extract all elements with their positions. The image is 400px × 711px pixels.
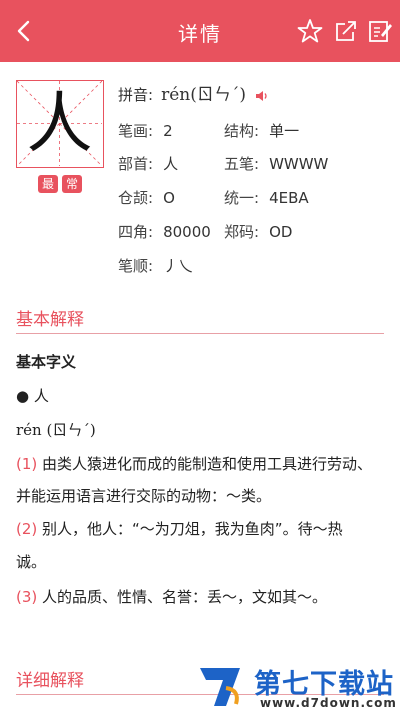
cangjie-label: 仓颉:: [118, 189, 154, 207]
strokes-value: 2: [163, 122, 173, 140]
stroke-order-value: 丿乀: [163, 257, 194, 275]
frequency-badges: 最常: [38, 173, 86, 193]
basic-meaning-subheading: 基本字义: [16, 353, 77, 371]
badge-most: 最: [38, 175, 58, 193]
definition-text: 人的品质、性情、名誉：丢～，文如其～。: [42, 588, 328, 606]
pinyin-value: rén(ㄖㄣˊ): [161, 85, 246, 105]
pinyin-row: 拼音: rén(ㄖㄣˊ): [118, 80, 269, 105]
watermark: 第七下载站 www.d7down.com: [196, 660, 396, 710]
definition-line: 并能运用语言进行交际的动物：～类。: [16, 480, 384, 512]
sijiao-value: 80000: [163, 223, 211, 241]
entry-pinyin: rén (ㄖㄣˊ): [16, 421, 96, 439]
unicode-row: 统一: 4EBA: [224, 187, 309, 208]
stroke-order-row: 笔顺: 丿乀: [118, 255, 193, 276]
basic-explanation-heading: 基本解释: [16, 310, 84, 330]
star-icon[interactable]: [297, 18, 323, 44]
edit-note-icon[interactable]: [367, 18, 393, 44]
sijiao-row: 四角: 80000: [118, 221, 211, 242]
structure-label: 结构:: [224, 122, 260, 140]
definition-text: 并能运用语言进行交际的动物：～类。: [16, 487, 272, 505]
badge-common: 常: [62, 175, 82, 193]
definition-text: 诚。: [16, 553, 47, 571]
wubi-row: 五笔: WWWW: [224, 153, 328, 174]
stroke-order-label: 笔顺:: [118, 257, 154, 275]
strokes-row: 笔画: 2: [118, 120, 173, 141]
definition-text: 别人，他人：“～为刀俎，我为鱼肉”。待～热: [42, 520, 343, 538]
unicode-value: 4EBA: [269, 189, 309, 207]
cangjie-row: 仓颉: O: [118, 187, 175, 208]
definition-text: 由类人猿进化而成的能制造和使用工具进行劳动、: [42, 455, 373, 473]
definition-line: (2) 别人，他人：“～为刀俎，我为鱼肉”。待～热: [16, 513, 384, 545]
radical-label: 部首:: [118, 155, 154, 173]
watermark-url: www.d7down.com: [260, 696, 397, 710]
character-glyph: 人: [26, 85, 93, 162]
zhengma-row: 郑码: OD: [224, 221, 292, 242]
structure-value: 单一: [269, 122, 300, 140]
sijiao-label: 四角:: [118, 223, 154, 241]
definition-line: 诚。: [16, 546, 384, 578]
definition-line: (1) 由类人猿进化而成的能制造和使用工具进行劳动、: [16, 448, 384, 480]
radical-value: 人: [163, 155, 179, 173]
cangjie-value: O: [163, 189, 175, 207]
entry-character: ● 人: [16, 387, 49, 405]
unicode-label: 统一:: [224, 189, 260, 207]
pinyin-label: 拼音:: [118, 86, 154, 104]
definition-number: (3): [16, 588, 38, 606]
top-bar: 详情: [0, 0, 400, 62]
character-grid: 人: [16, 80, 104, 168]
share-icon[interactable]: [333, 18, 359, 44]
radical-row: 部首: 人: [118, 153, 178, 174]
zhengma-value: OD: [269, 223, 293, 241]
speaker-icon[interactable]: [255, 89, 269, 103]
strokes-label: 笔画:: [118, 122, 154, 140]
structure-row: 结构: 单一: [224, 120, 299, 141]
definition-number: (2): [16, 520, 38, 538]
zhengma-label: 郑码:: [224, 223, 260, 241]
definition-line: (3) 人的品质、性情、名誉：丢～，文如其～。: [16, 581, 384, 613]
section-divider: [16, 333, 384, 334]
wubi-label: 五笔:: [224, 155, 260, 173]
definition-number: (1): [16, 455, 38, 473]
wubi-value: WWWW: [269, 155, 329, 173]
watermark-logo-icon: [200, 668, 240, 706]
